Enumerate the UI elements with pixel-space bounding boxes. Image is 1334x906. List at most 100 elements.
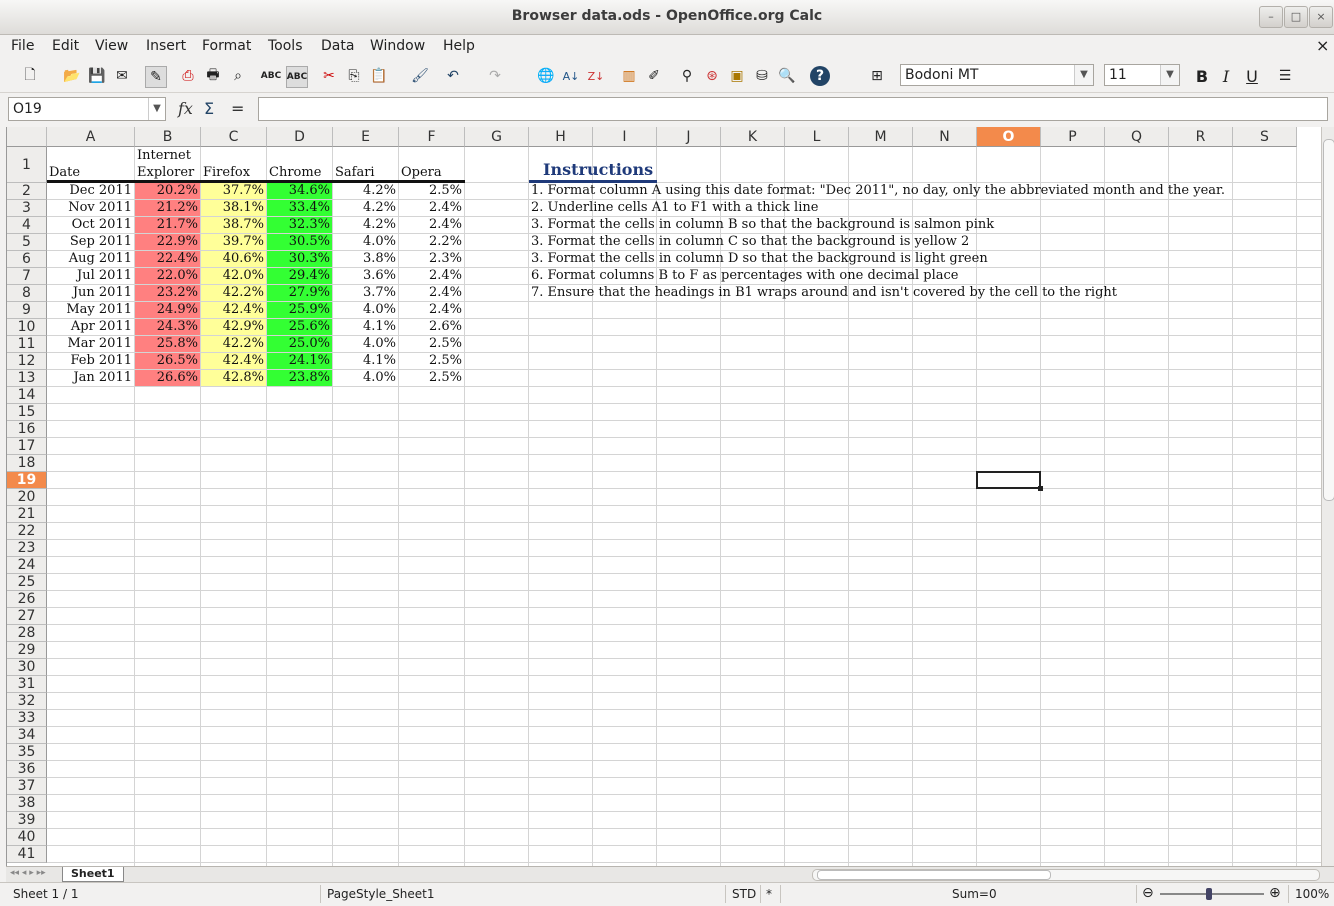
column-header-j[interactable]: J — [657, 127, 721, 147]
selection-mode[interactable]: STD — [732, 887, 756, 901]
column-header-p[interactable]: P — [1041, 127, 1105, 147]
row-header-2[interactable]: 2 — [7, 183, 47, 200]
table-cell[interactable]: 4.1% — [333, 353, 398, 369]
header-safari[interactable]: Safari — [335, 165, 375, 181]
underline-button[interactable]: U — [1242, 66, 1262, 86]
email-icon[interactable]: ✉ — [112, 66, 132, 86]
table-cell[interactable]: 4.2% — [333, 183, 398, 199]
font-name-combo[interactable]: Bodoni MT ▼ — [900, 64, 1094, 86]
zoom-slider-thumb[interactable] — [1206, 888, 1212, 900]
column-header-s[interactable]: S — [1233, 127, 1297, 147]
menu-format[interactable]: Format — [202, 38, 251, 54]
save-icon[interactable]: 💾 — [87, 66, 107, 86]
row-header-3[interactable]: 3 — [7, 200, 47, 217]
zoom-out-icon[interactable]: ⊖ — [1142, 885, 1154, 901]
table-cell[interactable]: Dec 2011 — [47, 183, 134, 199]
close-window-button[interactable]: × — [1309, 6, 1333, 28]
row-header-11[interactable]: 11 — [7, 336, 47, 353]
row-header-20[interactable]: 20 — [7, 489, 47, 506]
table-cell[interactable]: 3.7% — [333, 285, 398, 301]
table-cell[interactable]: 38.1% — [201, 200, 266, 216]
copy-icon[interactable]: ⎘ — [344, 66, 364, 86]
column-header-c[interactable]: C — [201, 127, 267, 147]
column-header-o[interactable]: O — [977, 127, 1041, 147]
table-cell[interactable]: Sep 2011 — [47, 234, 134, 250]
row-header-18[interactable]: 18 — [7, 455, 47, 472]
row-header-26[interactable]: 26 — [7, 591, 47, 608]
table-cell[interactable]: 2.3% — [399, 251, 464, 267]
menu-insert[interactable]: Insert — [146, 38, 186, 54]
close-document-icon[interactable]: × — [1316, 36, 1329, 55]
menu-window[interactable]: Window — [370, 38, 425, 54]
row-header-1[interactable]: 1 — [7, 147, 47, 183]
menu-data[interactable]: Data — [321, 38, 354, 54]
table-cell[interactable]: 25.9% — [267, 302, 332, 318]
table-cell[interactable]: 39.7% — [201, 234, 266, 250]
chevron-down-icon[interactable]: ▼ — [1074, 65, 1093, 85]
row-header-22[interactable]: 22 — [7, 523, 47, 540]
open-folder-icon[interactable]: 📂 — [62, 66, 82, 86]
row-header-36[interactable]: 36 — [7, 761, 47, 778]
chevron-down-icon[interactable]: ▼ — [1160, 65, 1179, 85]
table-cell[interactable]: 2.4% — [399, 285, 464, 301]
selected-cell-cursor[interactable] — [976, 471, 1043, 491]
table-cell[interactable]: 24.3% — [135, 319, 200, 335]
table-cell[interactable]: 25.0% — [267, 336, 332, 352]
table-cell[interactable]: 2.4% — [399, 217, 464, 233]
undo-icon[interactable]: ↶ — [443, 66, 463, 86]
table-cell[interactable]: 40.6% — [201, 251, 266, 267]
table-cell[interactable]: Mar 2011 — [47, 336, 134, 352]
column-header-e[interactable]: E — [333, 127, 399, 147]
table-cell[interactable]: 37.7% — [201, 183, 266, 199]
autospellcheck-icon[interactable]: ABC — [286, 66, 308, 88]
font-size-combo[interactable]: 11 ▼ — [1104, 64, 1180, 86]
row-header-4[interactable]: 4 — [7, 217, 47, 234]
print-icon[interactable]: 🖶 — [203, 66, 223, 86]
table-cell[interactable]: Nov 2011 — [47, 200, 134, 216]
new-document-icon[interactable]: 🗋 — [20, 66, 40, 86]
name-box[interactable]: O19 ▼ — [8, 97, 166, 121]
row-header-39[interactable]: 39 — [7, 812, 47, 829]
row-header-19[interactable]: 19 — [7, 472, 47, 489]
table-cell[interactable]: Oct 2011 — [47, 217, 134, 233]
row-header-40[interactable]: 40 — [7, 829, 47, 846]
row-header-16[interactable]: 16 — [7, 421, 47, 438]
header-chrome[interactable]: Chrome — [269, 165, 321, 181]
table-cell[interactable]: 26.6% — [135, 370, 200, 386]
table-cell[interactable]: 24.1% — [267, 353, 332, 369]
table-cell[interactable]: 3.6% — [333, 268, 398, 284]
menu-file[interactable]: File — [11, 38, 34, 54]
table-cell[interactable]: 2.5% — [399, 353, 464, 369]
maximize-button[interactable]: □ — [1284, 6, 1308, 28]
table-cell[interactable]: 22.9% — [135, 234, 200, 250]
align-left-icon[interactable]: ☰ — [1275, 66, 1295, 86]
header-firefox[interactable]: Firefox — [203, 165, 250, 181]
page-style[interactable]: PageStyle_Sheet1 — [327, 887, 435, 901]
table-cell[interactable]: 42.9% — [201, 319, 266, 335]
zoom-in-icon[interactable]: ⊕ — [1269, 885, 1281, 901]
table-cell[interactable]: 42.4% — [201, 353, 266, 369]
row-header-12[interactable]: 12 — [7, 353, 47, 370]
styles-formatting-icon[interactable]: ⊞ — [867, 66, 887, 86]
table-cell[interactable]: 3.8% — [333, 251, 398, 267]
column-header-b[interactable]: B — [135, 127, 201, 147]
minimize-button[interactable]: – — [1259, 6, 1283, 28]
scrollbar-thumb[interactable] — [817, 870, 1051, 880]
row-header-6[interactable]: 6 — [7, 251, 47, 268]
row-header-5[interactable]: 5 — [7, 234, 47, 251]
row-header-41[interactable]: 41 — [7, 846, 47, 863]
table-cell[interactable]: 27.9% — [267, 285, 332, 301]
table-cell[interactable]: Jan 2011 — [47, 370, 134, 386]
table-cell[interactable]: 2.4% — [399, 302, 464, 318]
row-header-30[interactable]: 30 — [7, 659, 47, 676]
row-header-23[interactable]: 23 — [7, 540, 47, 557]
column-header-a[interactable]: A — [47, 127, 135, 147]
sort-descending-icon[interactable]: Z↓ — [586, 66, 606, 86]
menu-view[interactable]: View — [95, 38, 128, 54]
header-date[interactable]: Date — [49, 165, 80, 181]
header-ie-line1[interactable]: Internet — [137, 148, 191, 164]
row-header-24[interactable]: 24 — [7, 557, 47, 574]
row-header-37[interactable]: 37 — [7, 778, 47, 795]
table-cell[interactable]: 42.0% — [201, 268, 266, 284]
table-cell[interactable]: Jun 2011 — [47, 285, 134, 301]
